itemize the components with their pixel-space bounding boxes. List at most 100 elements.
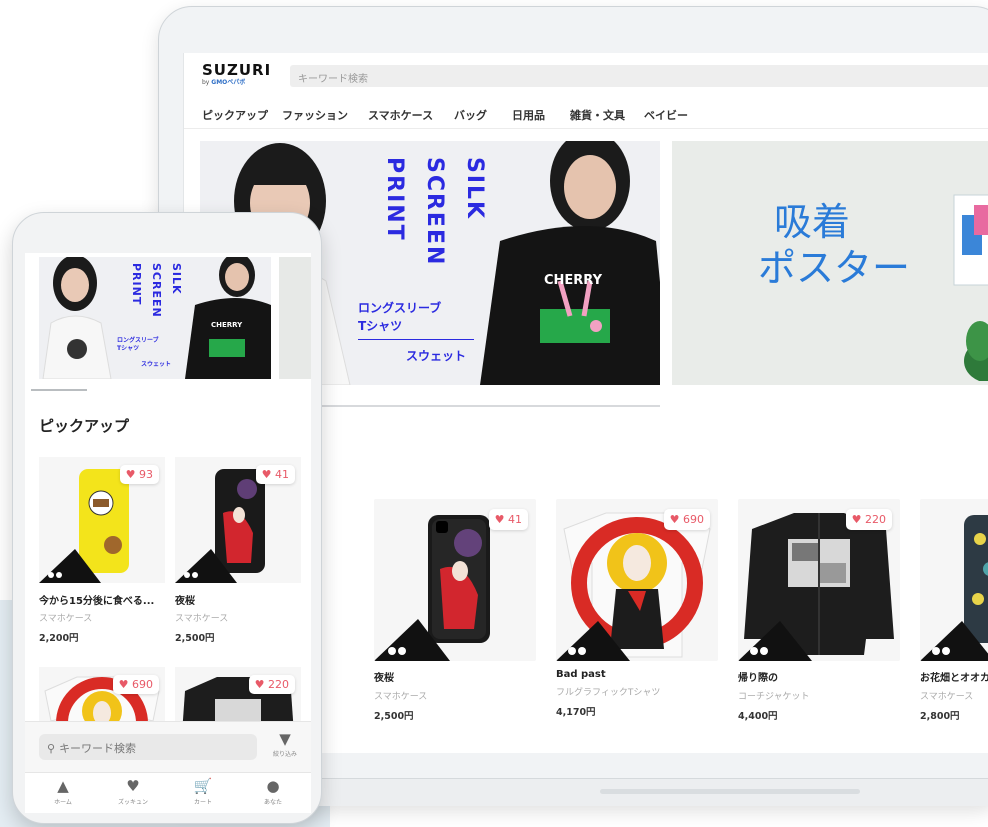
product-card[interactable]: ♥ 220 帰り際の コーチジャケット 4,400円 bbox=[738, 499, 900, 722]
section-title-pickup: ピックアップ bbox=[39, 417, 130, 435]
search-input[interactable]: キーワード検索 bbox=[290, 65, 988, 87]
filter-button[interactable]: ▼ 絞り込み bbox=[267, 730, 303, 758]
mobile-banner-sub-sweat: スウェット bbox=[141, 361, 172, 368]
product-category: スマホケース bbox=[374, 692, 428, 702]
product-name: Bad past bbox=[556, 669, 606, 680]
user-avatar-icon: ● bbox=[266, 777, 280, 795]
like-badge[interactable]: ♥ 690 bbox=[112, 675, 159, 694]
product-name: 帰り際の bbox=[738, 673, 778, 684]
product-thumbnail: ♥ 690 bbox=[556, 499, 718, 661]
like-badge[interactable]: ♥ 41 bbox=[255, 465, 295, 484]
site-header: SUZURI by GMOペパボ キーワード検索 bbox=[184, 53, 988, 99]
like-count: 41 bbox=[508, 513, 522, 526]
heart-icon: ♥ bbox=[118, 678, 129, 691]
poster-title-line1: 吸着 bbox=[774, 200, 851, 244]
search-icon: ⚲ bbox=[47, 742, 56, 755]
like-count: 690 bbox=[683, 513, 704, 526]
mobile-next-banner-peek[interactable] bbox=[279, 257, 311, 379]
smartphone-frame: SILK SCREEN PRINT ロングスリーブ Tシャツ スウェット CHE… bbox=[12, 212, 322, 824]
like-count: 220 bbox=[268, 678, 289, 691]
filter-icon: ▼ bbox=[279, 730, 291, 748]
mobile-product-card[interactable]: ♥ 41 夜桜 スマホケース 2,500円 bbox=[175, 457, 301, 644]
heart-icon: ♥ bbox=[261, 468, 272, 481]
nav-item-fashion[interactable]: ファッション bbox=[282, 107, 348, 123]
heart-icon: ♥ bbox=[494, 513, 505, 526]
mobile-search-input[interactable]: ⚲ キーワード検索 bbox=[39, 734, 257, 760]
like-count: 41 bbox=[275, 468, 289, 481]
suzuri-logo[interactable]: SUZURI by GMOペパボ bbox=[202, 61, 271, 86]
nav-item-smartphone-case[interactable]: スマホケース bbox=[368, 107, 433, 123]
cart-icon: 🛒 bbox=[193, 777, 213, 795]
mobile-banner-title-silk: SILK bbox=[170, 263, 183, 295]
mobile-silk-screen-banner[interactable]: SILK SCREEN PRINT ロングスリーブ Tシャツ スウェット CHE… bbox=[39, 257, 271, 379]
product-price: 2,800円 bbox=[920, 711, 960, 722]
laptop-notch bbox=[600, 789, 860, 794]
like-badge[interactable]: ♥ 220 bbox=[248, 675, 295, 694]
shirt-print-text: CHERRY bbox=[544, 273, 603, 288]
product-card[interactable]: ♥ 690 Bad past フルグラフィックTシャツ 4,170円 bbox=[556, 499, 718, 718]
like-count: 690 bbox=[132, 678, 153, 691]
poster-title-line2: ポスター bbox=[758, 246, 911, 290]
tab-you[interactable]: ● あなた bbox=[243, 777, 303, 806]
mobile-product-card[interactable]: ♥ 93 今から15分後に食べる... スマホケース 2,200円 bbox=[39, 457, 165, 644]
product-name: お花畑とオオカ bbox=[920, 673, 988, 684]
heart-icon: ♥ bbox=[126, 777, 140, 795]
like-count: 93 bbox=[139, 468, 153, 481]
mobile-banner-sub-tshirt: Tシャツ bbox=[117, 345, 140, 352]
logo-sub-prefix: by bbox=[202, 79, 210, 86]
like-count: 220 bbox=[865, 513, 886, 526]
poster-banner[interactable]: 吸着 ポスター bbox=[672, 141, 988, 385]
product-price: 2,500円 bbox=[374, 711, 414, 722]
like-badge[interactable]: ♥ 41 bbox=[488, 509, 528, 530]
poster-decoration bbox=[953, 194, 988, 381]
tab-home-label: ホーム bbox=[54, 799, 72, 806]
heart-icon: ♥ bbox=[125, 468, 136, 481]
product-thumbnail: ♥ 220 bbox=[738, 499, 900, 661]
heart-icon: ♥ bbox=[254, 678, 265, 691]
tab-you-label: あなた bbox=[263, 799, 282, 806]
nav-item-stationery[interactable]: 雑貨・文具 bbox=[570, 107, 625, 123]
product-card[interactable]: お花畑とオオカ スマホケース 2,800円 bbox=[920, 499, 988, 722]
filter-label: 絞り込み bbox=[272, 751, 297, 758]
tab-zukkyun-label: ズッキュン bbox=[117, 799, 148, 806]
nav-item-daily-goods[interactable]: 日用品 bbox=[512, 107, 545, 123]
mobile-banner-title-print: PRINT bbox=[130, 263, 143, 306]
product-price: 2,500円 bbox=[175, 633, 215, 644]
logo-sub-brand: GMOペパボ bbox=[211, 79, 246, 86]
phone-case-image bbox=[920, 515, 988, 661]
carousel-indicator bbox=[31, 389, 87, 391]
nav-item-baby[interactable]: ベイビー bbox=[644, 107, 688, 123]
banner-divider bbox=[358, 339, 474, 340]
like-badge[interactable]: ♥ 93 bbox=[119, 465, 159, 484]
product-price: 4,170円 bbox=[556, 707, 596, 718]
product-thumbnail: ♥ 41 bbox=[175, 457, 301, 583]
product-category: コーチジャケット bbox=[738, 692, 810, 702]
tab-home[interactable]: ▲ ホーム bbox=[33, 777, 93, 806]
product-category: フルグラフィックTシャツ bbox=[556, 688, 661, 698]
home-icon: ▲ bbox=[57, 777, 69, 795]
like-badge[interactable]: ♥ 690 bbox=[663, 509, 710, 530]
tab-bar: ▲ ホーム ♥ ズッキュン 🛒 カート ● あなた bbox=[25, 772, 311, 813]
product-name: 夜桜 bbox=[374, 673, 394, 684]
product-name: 今から15分後に食べる... bbox=[39, 596, 155, 607]
banner-title-screen: SCREEN bbox=[422, 157, 447, 267]
tab-cart[interactable]: 🛒 カート bbox=[173, 777, 233, 806]
product-price: 4,400円 bbox=[738, 711, 778, 722]
heart-icon: ♥ bbox=[669, 513, 680, 526]
like-badge[interactable]: ♥ 220 bbox=[845, 509, 892, 530]
banner-title-silk: SILK bbox=[462, 157, 487, 221]
banner-title-print: PRINT bbox=[382, 157, 407, 242]
product-category: スマホケース bbox=[920, 692, 974, 702]
tab-zukkyun[interactable]: ♥ ズッキュン bbox=[103, 777, 163, 806]
tab-cart-label: カート bbox=[193, 799, 212, 806]
product-thumbnail: ♥ 93 bbox=[39, 457, 165, 583]
product-card[interactable]: ♥ 41 夜桜 スマホケース 2,500円 bbox=[374, 499, 536, 722]
mobile-bottom-bar: ⚲ キーワード検索 ▼ 絞り込み ▲ ホーム ♥ ズッキュン 🛒 カート ● あ… bbox=[25, 721, 311, 813]
heart-icon: ♥ bbox=[851, 513, 862, 526]
nav-item-bag[interactable]: バッグ bbox=[454, 107, 487, 123]
banner-sub-longsleeve: ロングスリーブ bbox=[358, 301, 442, 315]
nav-item-pickup[interactable]: ピックアップ bbox=[202, 107, 268, 123]
mobile-banner-title-screen: SCREEN bbox=[150, 263, 163, 318]
mobile-search-placeholder: キーワード検索 bbox=[59, 742, 137, 755]
mobile-app-view: SILK SCREEN PRINT ロングスリーブ Tシャツ スウェット CHE… bbox=[25, 253, 311, 813]
